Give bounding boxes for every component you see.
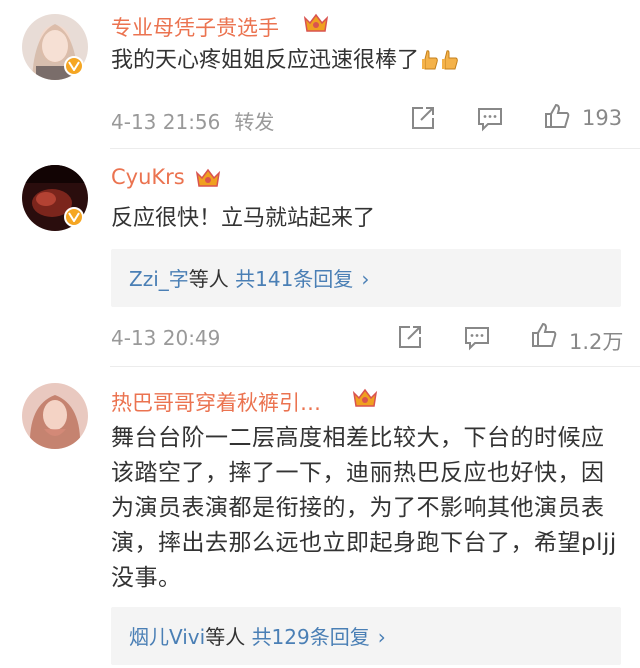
reply-summary-line: Zzi_字等人 共141条回复 › xyxy=(129,263,369,292)
avatar[interactable] xyxy=(22,383,88,449)
like-icon[interactable] xyxy=(543,102,571,130)
crown-icon xyxy=(303,13,329,32)
comment-3: 热巴哥哥穿着秋裤引… 舞台台阶一二层高度相差比较大，下台的时候应该踏空了，摔了一… xyxy=(0,367,640,668)
comment-text: 我的天心疼姐姐反应迅速很棒了 xyxy=(111,45,459,77)
timestamp: 4-13 20:49 xyxy=(111,326,221,350)
like-count: 1.2万 xyxy=(569,330,624,354)
username[interactable]: 热巴哥哥穿着秋裤引… xyxy=(111,387,321,417)
thumbs-up-emoji xyxy=(422,50,438,70)
reply-summary[interactable]: Zzi_字等人 共141条回复 › xyxy=(111,249,621,307)
reply-summary[interactable]: 烟儿Vivi等人 共129条回复 › xyxy=(111,607,621,665)
comment-meta: 4-13 20:49 xyxy=(111,326,220,350)
share-icon[interactable] xyxy=(396,323,424,351)
like-icon[interactable] xyxy=(530,321,558,349)
crown-icon xyxy=(352,388,378,407)
reply-summary-line: 烟儿Vivi等人 共129条回复 › xyxy=(129,621,386,650)
thumbs-up-emoji xyxy=(442,50,458,70)
username[interactable]: CyuKrs xyxy=(111,165,185,189)
comment-text: 反应很快！立马就站起来了 xyxy=(111,206,376,231)
comment-meta: 4-13 21:56 转发 xyxy=(111,106,274,135)
username[interactable]: 专业母凭子贵选手 xyxy=(111,12,279,42)
comment-text: 舞台台阶一二层高度相差比较大，下台的时候应该踏空了，摔了一下，迪丽热巴反应也好快… xyxy=(111,425,617,591)
like-count: 193 xyxy=(582,106,623,130)
reply-total[interactable]: 共129条回复 xyxy=(252,625,370,649)
comment-text-content: 我的天心疼姐姐反应迅速很棒了 xyxy=(111,48,420,73)
reply-total[interactable]: 共141条回复 xyxy=(235,267,353,291)
chevron-right-icon: › xyxy=(361,267,370,291)
verified-badge-icon xyxy=(64,207,84,227)
forward-link[interactable]: 转发 xyxy=(234,110,274,134)
comment-2: CyuKrs 反应很快！立马就站起来了 Zzi_字等人 共141条回复 › 4-1… xyxy=(0,149,640,365)
reply-suffix: 等人 xyxy=(188,267,229,291)
reply-names[interactable]: 烟儿Vivi xyxy=(129,625,205,649)
crown-icon xyxy=(195,168,221,187)
reply-names[interactable]: Zzi_字 xyxy=(129,267,189,291)
comment-icon[interactable] xyxy=(463,323,491,351)
comment-icon[interactable] xyxy=(476,104,504,132)
reply-suffix: 等人 xyxy=(205,625,246,649)
chevron-right-icon: › xyxy=(377,625,386,649)
share-icon[interactable] xyxy=(409,104,437,132)
timestamp: 4-13 21:56 xyxy=(111,110,221,134)
comment-1: 专业母凭子贵选手 我的天心疼姐姐反应迅速很棒了 4-13 21:56 转发 193 xyxy=(0,0,640,148)
verified-badge-icon xyxy=(64,56,84,76)
